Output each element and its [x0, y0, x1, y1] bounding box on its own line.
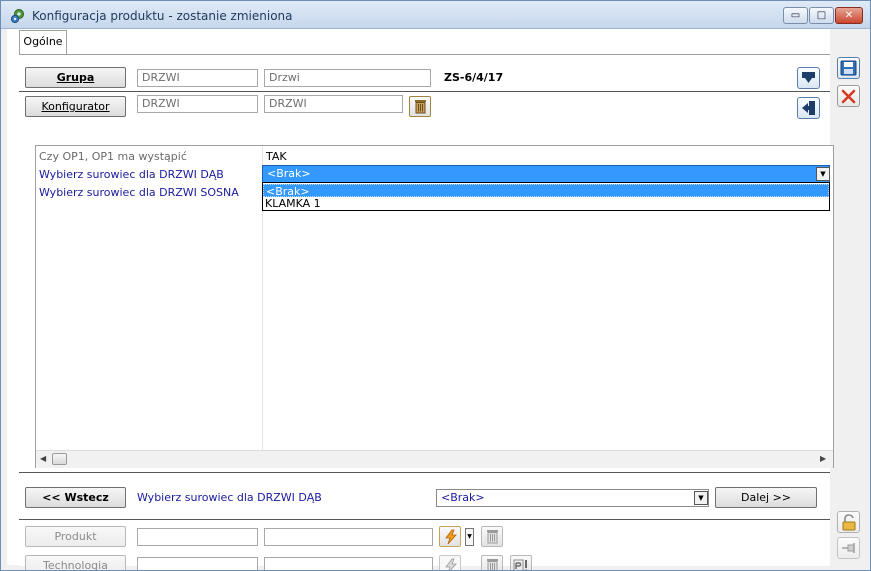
- separator-line: [19, 472, 830, 473]
- lightning-icon: [445, 558, 457, 570]
- technologia-code-field[interactable]: [137, 557, 258, 570]
- close-icon: ✕: [844, 10, 854, 21]
- produkt-label: Produkt: [54, 530, 97, 543]
- cancel-icon: [841, 89, 856, 104]
- title-bar: Konfiguracja produktu - zostanie zmienio…: [1, 1, 870, 29]
- technologia-details-button[interactable]: [510, 555, 532, 570]
- tab-ogolne[interactable]: Ogólne: [19, 30, 67, 54]
- delete-produkt-button[interactable]: [481, 526, 503, 547]
- tab-panel: Grupa DRZWI Drzwi ZS-6/4/17 Konfigurator…: [19, 54, 834, 570]
- current-value: <Brak>: [441, 491, 485, 504]
- scroll-thumb[interactable]: [52, 453, 67, 465]
- konfigurator-name-field[interactable]: DRZWI: [264, 95, 403, 113]
- trash-icon: [487, 530, 498, 544]
- maximize-icon: □: [816, 10, 827, 21]
- technologia-name-field[interactable]: [264, 557, 433, 570]
- delete-konfigurator-button[interactable]: [409, 96, 431, 117]
- lock-button[interactable]: [837, 511, 860, 533]
- questions-grid: Czy OP1, OP1 ma wystąpić TAK Wybierz sur…: [35, 145, 834, 468]
- tab-label: Ogólne: [23, 35, 63, 48]
- back-label: << Wstecz: [42, 491, 109, 504]
- dropdown-list: <Brak> KLAMKA 1: [262, 182, 830, 211]
- generate-technologia-button[interactable]: [439, 555, 461, 570]
- delete-technologia-button[interactable]: [481, 555, 503, 570]
- konfigurator-code-field[interactable]: DRZWI: [137, 95, 258, 113]
- technologia-button[interactable]: Technologia: [25, 555, 126, 571]
- grupa-label: Grupa: [56, 71, 95, 84]
- trash-icon: [487, 559, 498, 570]
- konfigurator-label: Konfigurator: [41, 100, 110, 113]
- lightning-icon: [445, 529, 457, 545]
- save-button[interactable]: [837, 57, 860, 79]
- next-button[interactable]: Dalej >>: [715, 487, 817, 508]
- combo-arrow-icon[interactable]: ▼: [694, 491, 708, 505]
- scroll-left-icon[interactable]: ◀: [40, 454, 46, 463]
- separator-line: [19, 91, 830, 92]
- window-title: Konfiguracja produktu - zostanie zmienio…: [32, 9, 293, 23]
- maximize-button[interactable]: □: [809, 7, 834, 24]
- trash-icon: [415, 100, 426, 114]
- exit-icon: [802, 101, 815, 115]
- answer-dropdown[interactable]: <Brak>: [262, 165, 830, 183]
- lightning-menu-arrow-icon[interactable]: ▼: [465, 528, 474, 546]
- minimize-icon: ▭: [790, 10, 801, 21]
- question-cell[interactable]: Czy OP1, OP1 ma wystąpić: [39, 150, 187, 163]
- import-icon: [802, 72, 815, 83]
- pin-icon: [842, 543, 855, 553]
- grupa-code-field[interactable]: DRZWI: [137, 69, 258, 87]
- save-icon: [840, 60, 857, 76]
- pin-button[interactable]: [837, 537, 860, 559]
- next-label: Dalej >>: [740, 491, 792, 504]
- konfigurator-button[interactable]: Konfigurator: [25, 96, 126, 117]
- produkt-code-field[interactable]: [137, 528, 258, 546]
- current-value-combo[interactable]: <Brak>: [436, 489, 709, 507]
- dropdown-option[interactable]: KLAMKA 1: [263, 197, 829, 210]
- dialog-window: Konfiguracja produktu - zostanie zmienio…: [0, 0, 871, 571]
- text-icon: [513, 559, 527, 570]
- produkt-button[interactable]: Produkt: [25, 526, 126, 547]
- lock-icon: [842, 514, 856, 531]
- question-cell[interactable]: Wybierz surowiec dla DRZWI SOSNA: [39, 186, 239, 199]
- minimize-button[interactable]: ▭: [783, 7, 808, 24]
- import-button[interactable]: [797, 67, 820, 89]
- dropdown-arrow-icon[interactable]: ▼: [816, 167, 830, 181]
- grupa-button[interactable]: Grupa: [25, 67, 126, 88]
- technologia-label: Technologia: [43, 559, 108, 571]
- client-area: Ogólne Grupa DRZWI Drzwi ZS-6/4/17 Konfi…: [7, 29, 834, 570]
- current-question: Wybierz surowiec dla DRZWI DĄB: [137, 491, 322, 504]
- dropdown-option[interactable]: <Brak>: [263, 184, 829, 198]
- scroll-right-icon[interactable]: ▶: [820, 454, 826, 463]
- close-button[interactable]: ✕: [835, 7, 863, 24]
- generate-produkt-button[interactable]: [439, 526, 461, 547]
- cancel-button[interactable]: [837, 85, 860, 107]
- produkt-name-field[interactable]: [264, 528, 433, 546]
- grupa-name-field[interactable]: Drzwi: [264, 69, 431, 87]
- separator-line: [19, 519, 830, 520]
- dropdown-value: <Brak>: [267, 167, 311, 180]
- question-cell[interactable]: Wybierz surowiec dla DRZWI DĄB: [39, 168, 224, 181]
- document-number: ZS-6/4/17: [444, 71, 504, 84]
- back-button[interactable]: << Wstecz: [25, 487, 126, 508]
- exit-configurator-button[interactable]: [797, 97, 820, 119]
- gear-app-icon: [10, 9, 24, 24]
- answer-cell[interactable]: TAK: [266, 150, 287, 163]
- horizontal-scrollbar[interactable]: ◀ ▶: [36, 450, 833, 468]
